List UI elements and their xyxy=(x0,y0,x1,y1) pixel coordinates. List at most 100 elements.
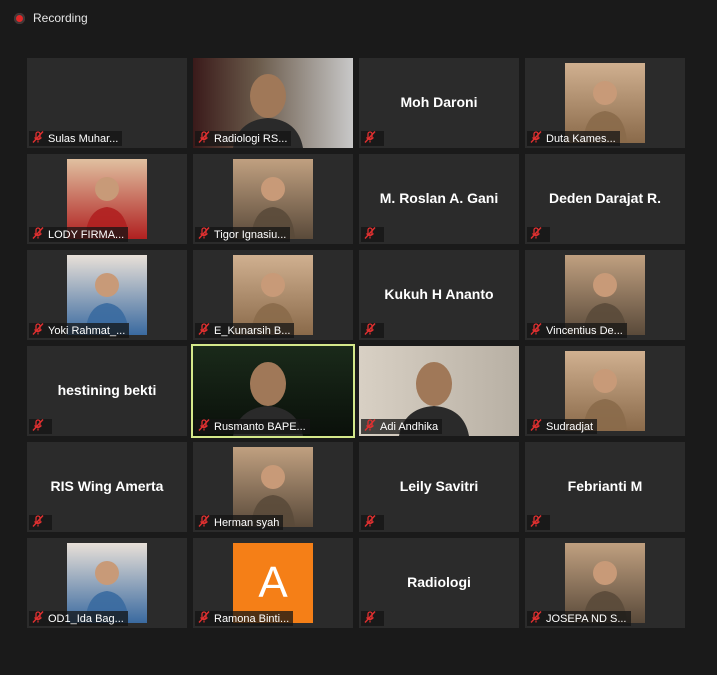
recording-indicator-icon xyxy=(14,13,25,24)
participant-name: Rusmanto BAPE... xyxy=(214,420,306,433)
participant-name-label xyxy=(527,227,550,242)
participant-tile[interactable]: hestining bekti xyxy=(27,346,187,436)
participant-tile[interactable]: Deden Darajat R. xyxy=(525,154,685,244)
muted-microphone-icon xyxy=(31,322,45,339)
participant-name: Tigor Ignasiu... xyxy=(214,228,287,241)
participant-display-name: Leily Savitri xyxy=(399,478,479,494)
muted-microphone-icon xyxy=(197,514,211,531)
participant-name-label: Vincentius De... xyxy=(527,323,627,338)
participant-tile[interactable]: Moh Daroni xyxy=(359,58,519,148)
participant-display-name: Deden Darajat R. xyxy=(548,190,662,206)
participant-tile[interactable]: Adi Andhika xyxy=(359,346,519,436)
participant-name-label xyxy=(361,515,384,530)
muted-microphone-icon xyxy=(363,610,377,627)
participant-tile[interactable]: Kukuh H Ananto xyxy=(359,250,519,340)
participant-name: JOSEPA ND S... xyxy=(546,612,627,625)
participant-name: Duta Kames... xyxy=(546,132,616,145)
participant-tile[interactable]: Duta Kames... xyxy=(525,58,685,148)
participant-name-label xyxy=(361,611,384,626)
muted-microphone-icon xyxy=(197,610,211,627)
muted-microphone-icon xyxy=(529,514,543,531)
recording-label: Recording xyxy=(33,11,88,25)
participant-tile[interactable]: M. Roslan A. Gani xyxy=(359,154,519,244)
participant-tile[interactable]: RIS Wing Amerta xyxy=(27,442,187,532)
participant-name-label: Adi Andhika xyxy=(361,418,443,435)
participant-name-label: Herman syah xyxy=(195,514,284,531)
muted-microphone-icon xyxy=(363,418,377,435)
top-bar: Recording xyxy=(0,0,717,38)
participant-display-name: RIS Wing Amerta xyxy=(50,478,164,494)
participant-tile[interactable]: Radiologi RS... xyxy=(193,58,353,148)
muted-microphone-icon xyxy=(197,130,211,147)
participant-name-label: E_Kunarsih B... xyxy=(195,322,295,339)
participant-name: Sulas Muhar... xyxy=(48,132,119,145)
participant-name-label: Tigor Ignasiu... xyxy=(195,226,291,243)
participant-name-label xyxy=(361,227,384,242)
muted-microphone-icon xyxy=(529,322,543,339)
participant-name-label: JOSEPA ND S... xyxy=(527,611,631,626)
participant-name-label xyxy=(29,515,52,530)
participant-name: LODY FIRMA... xyxy=(48,228,125,241)
participant-name: Ramona Binti... xyxy=(214,612,290,625)
participant-name: Radiologi RS... xyxy=(214,132,288,145)
participant-display-name: Kukuh H Ananto xyxy=(384,286,494,302)
participant-tile[interactable]: Tigor Ignasiu... xyxy=(193,154,353,244)
participant-name-label: Sulas Muhar... xyxy=(29,130,123,147)
muted-microphone-icon xyxy=(363,514,377,531)
muted-microphone-icon xyxy=(31,226,45,243)
participant-tile[interactable]: Leily Savitri xyxy=(359,442,519,532)
participant-name-label xyxy=(527,515,550,530)
participant-display-name: M. Roslan A. Gani xyxy=(379,190,499,206)
participant-display-name: hestining bekti xyxy=(57,382,157,398)
participant-name-label: Duta Kames... xyxy=(527,131,620,146)
participant-name: Vincentius De... xyxy=(546,324,623,337)
participant-tile[interactable]: Herman syah xyxy=(193,442,353,532)
participant-display-name: Radiologi xyxy=(407,574,471,590)
participant-name: Herman syah xyxy=(214,516,280,529)
participant-name: Yoki Rahmat_... xyxy=(48,324,126,337)
participant-tile[interactable]: E_Kunarsih B... xyxy=(193,250,353,340)
participant-tile[interactable]: Rusmanto BAPE... xyxy=(191,344,355,438)
participant-name: E_Kunarsih B... xyxy=(214,324,291,337)
participant-name-label: Sudradjat xyxy=(527,418,598,435)
muted-microphone-icon xyxy=(363,130,377,147)
participant-name-label: OD1_Ida Bag... xyxy=(29,611,128,626)
muted-microphone-icon xyxy=(197,418,211,435)
gallery-grid: Sulas Muhar... Radiologi RS... Moh Daroni D… xyxy=(27,58,687,630)
participant-name: OD1_Ida Bag... xyxy=(48,612,124,625)
participant-tile[interactable]: LODY FIRMA... xyxy=(27,154,187,244)
participant-name-label xyxy=(361,131,384,146)
participant-name-label: Yoki Rahmat_... xyxy=(29,322,130,339)
participant-tile[interactable]: Yoki Rahmat_... xyxy=(27,250,187,340)
muted-microphone-icon xyxy=(197,322,211,339)
participant-display-name: Moh Daroni xyxy=(400,94,478,110)
participant-name-label: LODY FIRMA... xyxy=(29,226,129,243)
participant-name-label xyxy=(29,419,52,434)
participant-name-label: Rusmanto BAPE... xyxy=(195,419,310,434)
muted-microphone-icon xyxy=(31,418,45,435)
participant-tile[interactable]: Sulas Muhar... xyxy=(27,58,187,148)
muted-microphone-icon xyxy=(31,130,45,147)
participant-tile[interactable]: Sudradjat xyxy=(525,346,685,436)
muted-microphone-icon xyxy=(529,226,543,243)
participant-tile[interactable]: Radiologi xyxy=(359,538,519,628)
participant-tile[interactable]: OD1_Ida Bag... xyxy=(27,538,187,628)
participant-tile[interactable]: Febrianti M xyxy=(525,442,685,532)
muted-microphone-icon xyxy=(529,610,543,627)
muted-microphone-icon xyxy=(363,322,377,339)
muted-microphone-icon xyxy=(529,130,543,147)
participant-name: Adi Andhika xyxy=(380,420,439,433)
participant-name: Sudradjat xyxy=(546,420,594,433)
participant-name-label: Radiologi RS... xyxy=(195,130,292,147)
participant-tile[interactable]: JOSEPA ND S... xyxy=(525,538,685,628)
muted-microphone-icon xyxy=(31,514,45,531)
muted-microphone-icon xyxy=(363,226,377,243)
muted-microphone-icon xyxy=(529,418,543,435)
muted-microphone-icon xyxy=(31,610,45,627)
participant-name-label xyxy=(361,323,384,338)
participant-name-label: Ramona Binti... xyxy=(195,610,294,627)
muted-microphone-icon xyxy=(197,226,211,243)
participant-tile[interactable]: Vincentius De... xyxy=(525,250,685,340)
participant-display-name: Febrianti M xyxy=(567,478,643,494)
participant-tile[interactable]: A Ramona Binti... xyxy=(193,538,353,628)
